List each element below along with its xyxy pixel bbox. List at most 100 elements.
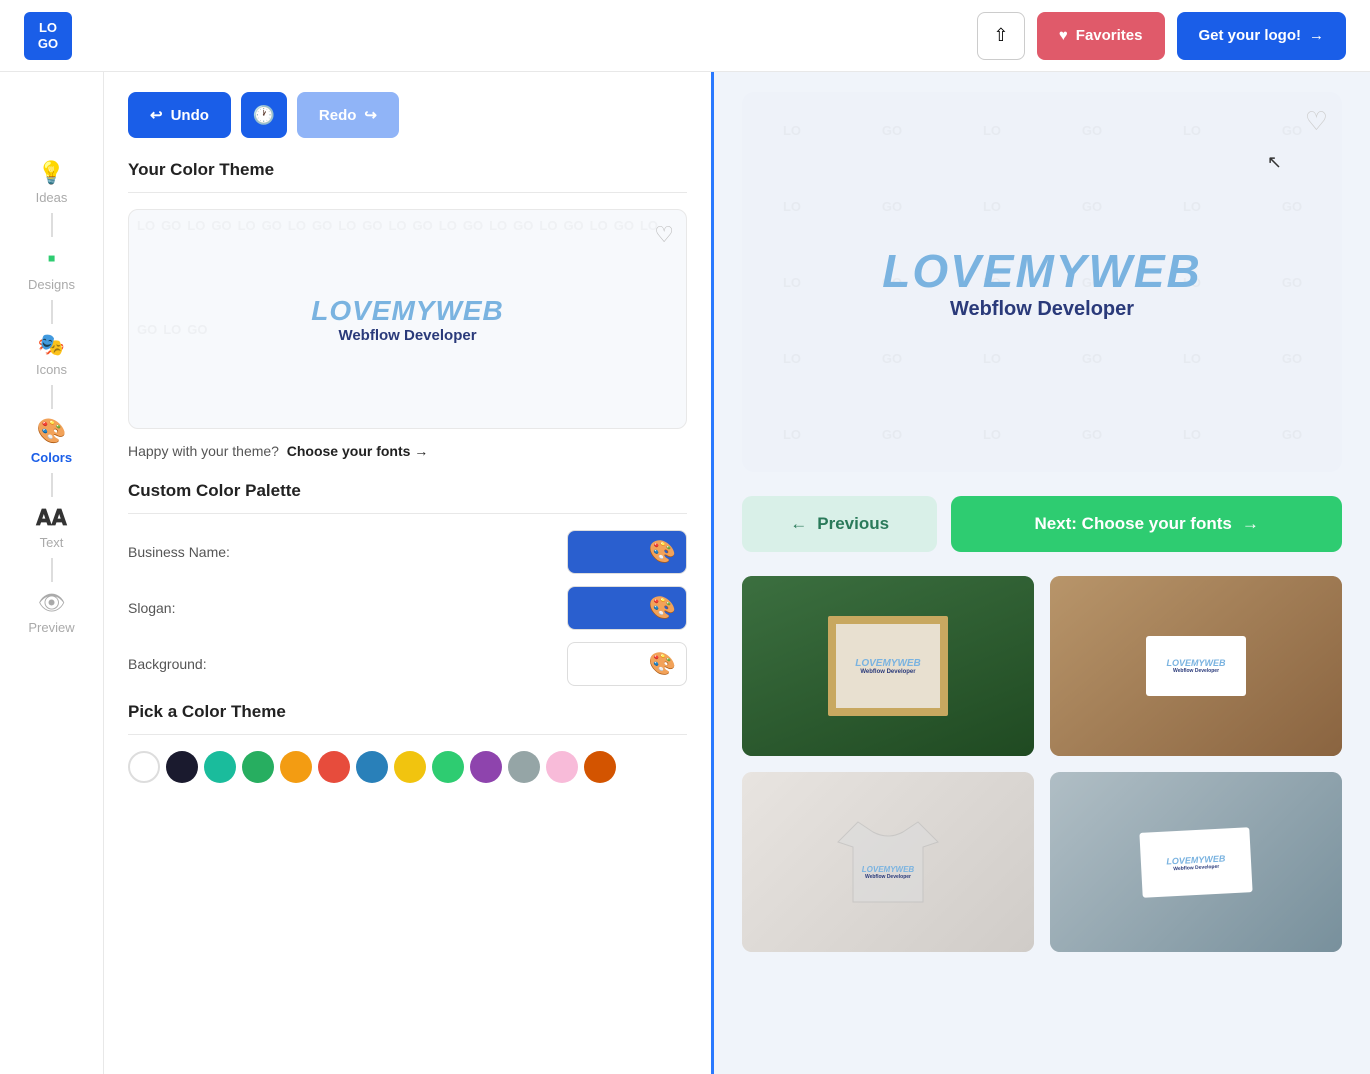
sidebar-item-ideas[interactable]: 💡 Ideas [0, 152, 103, 213]
toolbar: ↩ Undo 🕐 Redo ↪ [128, 92, 687, 138]
main-wrapper: 💡 Ideas ▪ Designs 🎭 Icons 🎨 Colors 𝐀𝐀 Te… [0, 72, 1370, 1074]
section-divider-3 [128, 734, 687, 735]
color-theme-section: Your Color Theme LOGOLOGOLOGO LOGOLOGOLO… [128, 160, 687, 459]
colors-icon: 🎨 [37, 417, 67, 446]
next-button[interactable]: Next: Choose your fonts → [951, 496, 1342, 552]
history-button[interactable]: 🕐 [241, 92, 287, 138]
swatch-orange[interactable] [280, 751, 312, 783]
section-divider-2 [128, 513, 687, 514]
palette-background-label: Background: [128, 656, 207, 672]
next-arrow-icon: → [1242, 514, 1259, 534]
swatch-blue[interactable] [356, 751, 388, 783]
mockup-logo-name-3: LOVEMYWEB [862, 865, 914, 874]
text-icon: 𝐀𝐀 [36, 505, 67, 531]
right-panel: LOGOLOGOLOGO LOGOLOGOLOGO LOGOLOGOLOGO L… [714, 72, 1370, 1074]
share-button[interactable]: ⇧ [977, 12, 1025, 60]
favorites-button[interactable]: ♥ Favorites [1037, 12, 1165, 60]
logo[interactable]: LOGO [24, 12, 72, 60]
redo-label: Redo [319, 107, 357, 124]
main-logo-slogan: Webflow Developer [882, 298, 1202, 321]
get-logo-label: Get your logo! [1199, 27, 1302, 44]
palette-row-background: Background: 🎨 [128, 642, 687, 686]
sidebar-item-text[interactable]: 𝐀𝐀 Text [0, 497, 103, 558]
swatch-lime[interactable] [432, 751, 464, 783]
previous-button[interactable]: ← Previous [742, 496, 937, 552]
preview-logo: LOVEMYWEB Webflow Developer [311, 295, 504, 344]
sidebar-connector-5 [51, 558, 53, 582]
sidebar-item-label: Icons [36, 362, 67, 377]
sidebar-connector-2 [51, 300, 53, 324]
sidebar-item-label: Preview [28, 620, 74, 635]
swatch-purple[interactable] [470, 751, 502, 783]
swatch-pink[interactable] [546, 751, 578, 783]
slogan-color-picker[interactable]: 🎨 [567, 586, 687, 630]
mockup-card-frame[interactable]: LOVEMYWEB Webflow Developer [742, 576, 1034, 756]
logo-text: LOGO [38, 20, 58, 51]
cursor: ↖ [1267, 152, 1282, 173]
undo-arrow-icon: ↩ [150, 106, 163, 124]
palette-slogan-label: Slogan: [128, 600, 175, 616]
get-logo-arrow-icon: → [1309, 27, 1324, 44]
heart-icon: ♥ [1059, 27, 1068, 44]
swatch-dark-orange[interactable] [584, 751, 616, 783]
color-picker-icon-3: 🎨 [649, 651, 676, 677]
pick-theme-section: Pick a Color Theme [128, 702, 687, 783]
choose-fonts-link[interactable]: Choose your fonts → [287, 443, 429, 459]
sidebar-item-colors[interactable]: 🎨 Colors [0, 409, 103, 473]
favorites-label: Favorites [1076, 27, 1143, 44]
swatch-gray[interactable] [508, 751, 540, 783]
sidebar-connector-1 [51, 213, 53, 237]
mockup-card-hand[interactable]: LOVEMYWEB Webflow Developer [1050, 576, 1342, 756]
mockup-card-table[interactable]: LOVEMYWEB Webflow Developer [1050, 772, 1342, 952]
preview-logo-name: LOVEMYWEB [311, 295, 504, 327]
mockup-logo-slogan-2: Webflow Developer [1173, 668, 1219, 674]
swatch-white[interactable] [128, 751, 160, 783]
heart-icon: ♡ [654, 222, 674, 247]
preview-logo-slogan: Webflow Developer [311, 327, 504, 344]
palette-row-business: Business Name: 🎨 [128, 530, 687, 574]
logo-preview-card: LOGOLOGOLOGO LOGOLOGOLOGO LOGOLOGOLOGO L… [128, 209, 687, 429]
section-divider-1 [128, 192, 687, 193]
undo-label: Undo [171, 107, 209, 124]
swatch-yellow[interactable] [394, 751, 426, 783]
color-picker-icon-2: 🎨 [649, 595, 676, 621]
sidebar-item-icons[interactable]: 🎭 Icons [0, 324, 103, 385]
custom-palette-title: Custom Color Palette [128, 481, 687, 501]
color-swatches [128, 751, 687, 783]
history-icon: 🕐 [253, 105, 275, 126]
redo-arrow-icon: ↪ [364, 106, 377, 124]
left-panel: ↩ Undo 🕐 Redo ↪ Your Color Theme LOGOLOG… [104, 72, 714, 1074]
preview-icon: 👁 [38, 590, 66, 616]
undo-button[interactable]: ↩ Undo [128, 92, 231, 138]
main-logo-name: LOVEMYWEB [882, 244, 1202, 298]
get-logo-button[interactable]: Get your logo! → [1177, 12, 1347, 60]
sidebar-item-label: Ideas [36, 190, 68, 205]
swatch-green[interactable] [242, 751, 274, 783]
share-icon: ⇧ [993, 25, 1008, 46]
nav-buttons: ← Previous Next: Choose your fonts → [742, 496, 1342, 552]
sidebar-item-preview[interactable]: 👁 Preview [0, 582, 103, 643]
sidebar-item-label: Text [40, 535, 64, 550]
topbar: LOGO ⇧ ♥ Favorites Get your logo! → [0, 0, 1370, 72]
main-heart-button[interactable]: ♡ [1305, 106, 1328, 137]
mockup-card-tshirt[interactable]: LOVEMYWEB Webflow Developer [742, 772, 1034, 952]
color-theme-title: Your Color Theme [128, 160, 687, 180]
prev-label: Previous [817, 514, 889, 534]
pick-theme-title: Pick a Color Theme [128, 702, 687, 722]
heart-icon-main: ♡ [1305, 106, 1328, 136]
business-color-picker[interactable]: 🎨 [567, 530, 687, 574]
sidebar-item-designs[interactable]: ▪ Designs [0, 237, 103, 300]
sidebar-connector-4 [51, 473, 53, 497]
redo-button[interactable]: Redo ↪ [297, 92, 399, 138]
custom-palette-section: Custom Color Palette Business Name: 🎨 Sl… [128, 481, 687, 686]
palette-business-label: Business Name: [128, 544, 230, 560]
sidebar-connector-3 [51, 385, 53, 409]
swatch-dark-navy[interactable] [166, 751, 198, 783]
swatch-teal[interactable] [204, 751, 236, 783]
main-logo-display: LOVEMYWEB Webflow Developer [882, 244, 1202, 321]
preview-heart-button[interactable]: ♡ [654, 222, 674, 248]
swatch-red[interactable] [318, 751, 350, 783]
icons-icon: 🎭 [38, 332, 65, 358]
topbar-actions: ⇧ ♥ Favorites Get your logo! → [977, 12, 1346, 60]
background-color-picker[interactable]: 🎨 [567, 642, 687, 686]
